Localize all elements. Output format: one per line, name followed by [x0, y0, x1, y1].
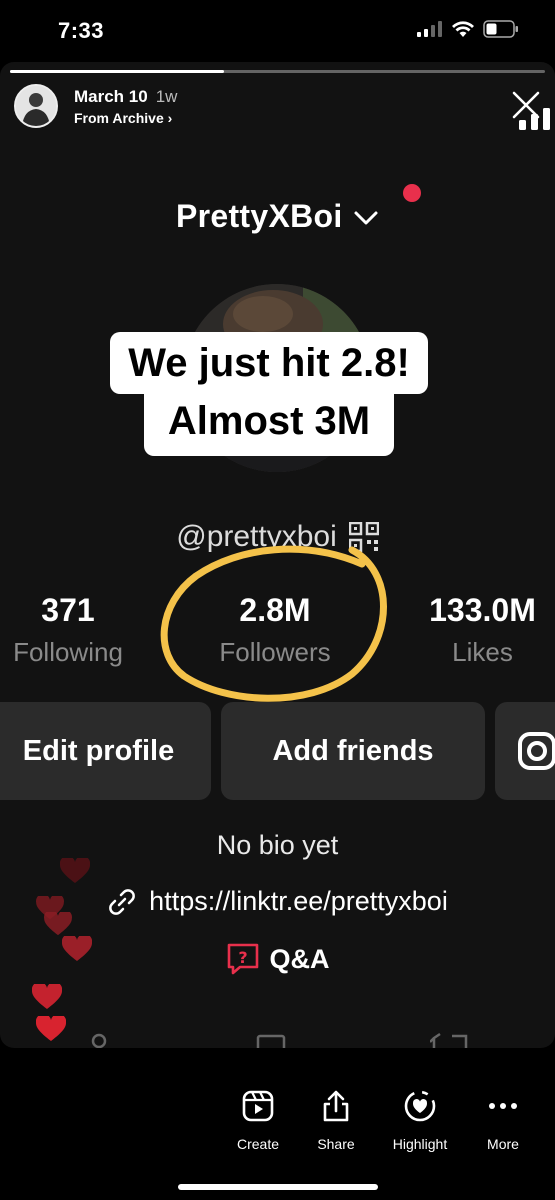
- profile-link-text: https://linktr.ee/prettyxboi: [149, 886, 448, 916]
- profile-username-row[interactable]: PrettyXBoi: [0, 198, 555, 235]
- heart-icon: [60, 858, 90, 883]
- create-button[interactable]: Create: [218, 1086, 298, 1152]
- stat-label: Likes: [452, 637, 513, 667]
- stat-value: 133.0M: [429, 592, 536, 628]
- profile-username: PrettyXBoi: [175, 198, 343, 234]
- heart-icon: [44, 912, 72, 936]
- wifi-icon: [452, 21, 474, 37]
- chevron-down-icon: [354, 211, 378, 225]
- story-header[interactable]: March 10 1w From Archive ›: [14, 84, 177, 128]
- from-archive-link[interactable]: From Archive ›: [74, 110, 177, 126]
- more-label: More: [487, 1136, 519, 1152]
- highlight-icon: [404, 1090, 436, 1122]
- more-button[interactable]: More: [463, 1086, 543, 1152]
- story-progress-bar: [10, 70, 545, 73]
- cellular-signal-icon: [417, 21, 442, 37]
- share-icon: [323, 1090, 349, 1122]
- qa-label: Q&A: [269, 943, 330, 974]
- home-indicator[interactable]: [178, 1184, 378, 1190]
- svg-text:?: ?: [238, 948, 247, 967]
- edit-profile-label: Edit profile: [22, 734, 175, 767]
- share-button[interactable]: Share: [296, 1086, 376, 1152]
- repost-tab-icon: [430, 1032, 468, 1048]
- profile-link[interactable]: https://linktr.ee/prettyxboi: [0, 886, 555, 917]
- chevron-right-icon: ›: [167, 109, 173, 126]
- add-friends-button[interactable]: Add friends: [221, 702, 485, 800]
- qa-icon: ?: [227, 943, 258, 975]
- add-friends-label: Add friends: [272, 734, 434, 767]
- story-progress-fill: [10, 70, 224, 73]
- stat-value: 371: [41, 592, 95, 628]
- overlay-line-1: We just hit 2.8!: [110, 332, 428, 394]
- from-archive-label: From Archive: [74, 109, 164, 126]
- status-time: 7:33: [58, 18, 105, 43]
- instagram-icon: [518, 732, 555, 770]
- story-frame[interactable]: March 10 1w From Archive › PrettyXBoi We…: [0, 62, 555, 1048]
- user-tab-icon: [91, 1033, 107, 1048]
- highlight-button[interactable]: Highlight: [380, 1086, 460, 1152]
- status-icons: [417, 20, 519, 38]
- create-label: Create: [236, 1136, 280, 1152]
- story-text-overlay[interactable]: We just hit 2.8! Almost 3M: [96, 332, 442, 456]
- status-bar: 7:33: [0, 0, 555, 62]
- highlight-label: Highlight: [392, 1136, 448, 1152]
- stat-likes[interactable]: 133.0M Likes: [410, 592, 555, 668]
- lock-tab-icon: [256, 1034, 286, 1048]
- story-age: 1w: [155, 86, 178, 106]
- story-action-bar: Create Share Highlight More: [0, 1048, 555, 1200]
- share-label: Share: [317, 1136, 355, 1152]
- drawn-circle-annotation: [160, 545, 387, 702]
- overlay-line-2: Almost 3M: [143, 390, 395, 456]
- more-icon: [489, 1103, 517, 1109]
- link-icon: [109, 888, 136, 915]
- edit-profile-button[interactable]: Edit profile: [0, 702, 211, 800]
- stat-label: Following: [13, 637, 123, 667]
- story-meta: March 10 1w From Archive ›: [74, 87, 177, 126]
- create-icon: [242, 1090, 274, 1122]
- profile-bio: No bio yet: [216, 830, 339, 860]
- heart-icon: [36, 1016, 66, 1041]
- avatar[interactable]: [14, 84, 58, 128]
- heart-icon: [32, 984, 62, 1009]
- stat-following[interactable]: 371 Following: [0, 592, 136, 668]
- story-date: March 10: [74, 86, 148, 106]
- battery-icon: [483, 20, 518, 38]
- activity-bars-icon[interactable]: [517, 106, 553, 130]
- notification-dot: [403, 184, 421, 202]
- heart-icon: [62, 936, 92, 961]
- instagram-button[interactable]: [495, 702, 555, 800]
